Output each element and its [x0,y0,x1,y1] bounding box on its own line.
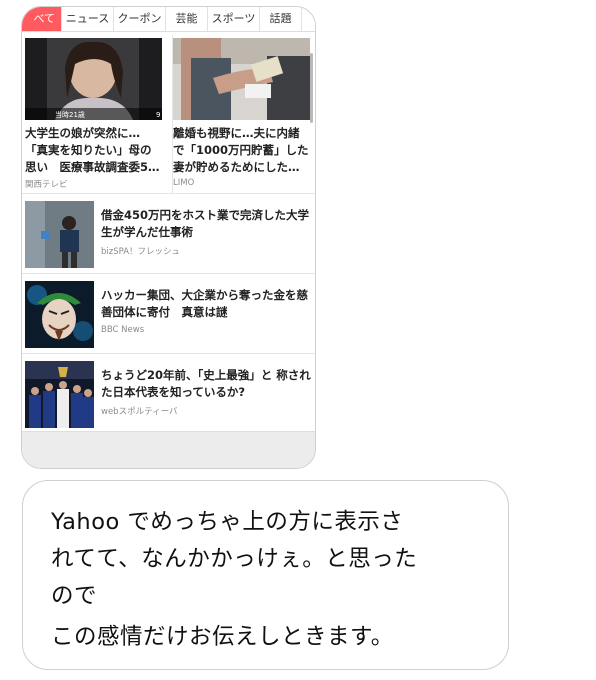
article-title[interactable]: 離婚も視野に…夫に内緒で「1000万円貯蓄」した妻が貯めるためにした… [173,125,309,176]
article-source: BBC News [101,325,145,335]
tab-coupon[interactable]: クーポン [114,7,166,31]
image-badge: 9 [156,111,160,119]
tab-news[interactable]: ニュース [62,7,114,31]
article-title[interactable]: 大学生の娘が突然に…「真実を知りたい」母の思い 医療事故調査委5… [25,125,161,176]
article-thumbnail [25,361,94,428]
category-tab-bar: べて ニュース クーポン 芸能 スポーツ 話題 [22,7,315,32]
bottom-area [22,431,315,468]
tab-all[interactable]: べて [22,7,62,31]
article-thumbnail [25,281,94,348]
message-line: れてて、なんかかっけぇ。と思った [51,546,418,572]
message-line: この感情だけお伝えしときます。 [51,624,394,650]
article-source: 関西テレビ [25,180,68,190]
list-item[interactable]: ちょうど20年前、「史上最強」と 称された日本代表を知っているか? webスポル… [22,354,315,432]
news-app-screenshot: べて ニュース クーポン 芸能 スポーツ 話題 当時21歳 9 大学生の娘が突然… [21,6,316,469]
tab-sports[interactable]: スポーツ [208,7,260,31]
article-title[interactable]: ハッカー集団、大企業から奪った金を慈善団体に寄付 真意は謎 [101,287,311,321]
article-card[interactable]: 離婚も視野に…夫に内緒で「1000万円貯蓄」した妻が貯めるためにした… LIMO [172,35,315,193]
list-item[interactable]: 借金450万円をホスト業で完済した大学生が学んだ仕事術 bizSPA！フレッシュ [22,194,315,272]
article-card[interactable]: 当時21歳 9 大学生の娘が突然に…「真実を知りたい」母の思い 医療事故調査委5… [25,35,165,193]
image-caption: 当時21歳 [55,110,85,119]
article-source: LIMO [173,178,195,188]
list-item[interactable]: ハッカー集団、大企業から奪った金を慈善団体に寄付 真意は謎 BBC News [22,274,315,352]
article-thumbnail: 当時21歳 9 [25,38,162,120]
article-title[interactable]: 借金450万円をホスト業で完済した大学生が学んだ仕事術 [101,207,311,241]
message-line: Yahoo でめっちゃ上の方に表示さ [51,509,404,535]
tab-more[interactable] [302,7,315,31]
message-line: ので [51,583,98,609]
article-source: webスポルティーバ [101,407,178,417]
article-thumbnail [173,38,310,120]
article-source: bizSPA！フレッシュ [101,247,181,257]
article-thumbnail [25,201,94,268]
tab-entertainment[interactable]: 芸能 [166,7,208,31]
message-bubble: Yahoo でめっちゃ上の方に表示さ れてて、なんかかっけぇ。と思った ので こ… [22,480,509,670]
article-title[interactable]: ちょうど20年前、「史上最強」と 称された日本代表を知っているか? [101,367,311,401]
tab-topics[interactable]: 話題 [260,7,302,31]
